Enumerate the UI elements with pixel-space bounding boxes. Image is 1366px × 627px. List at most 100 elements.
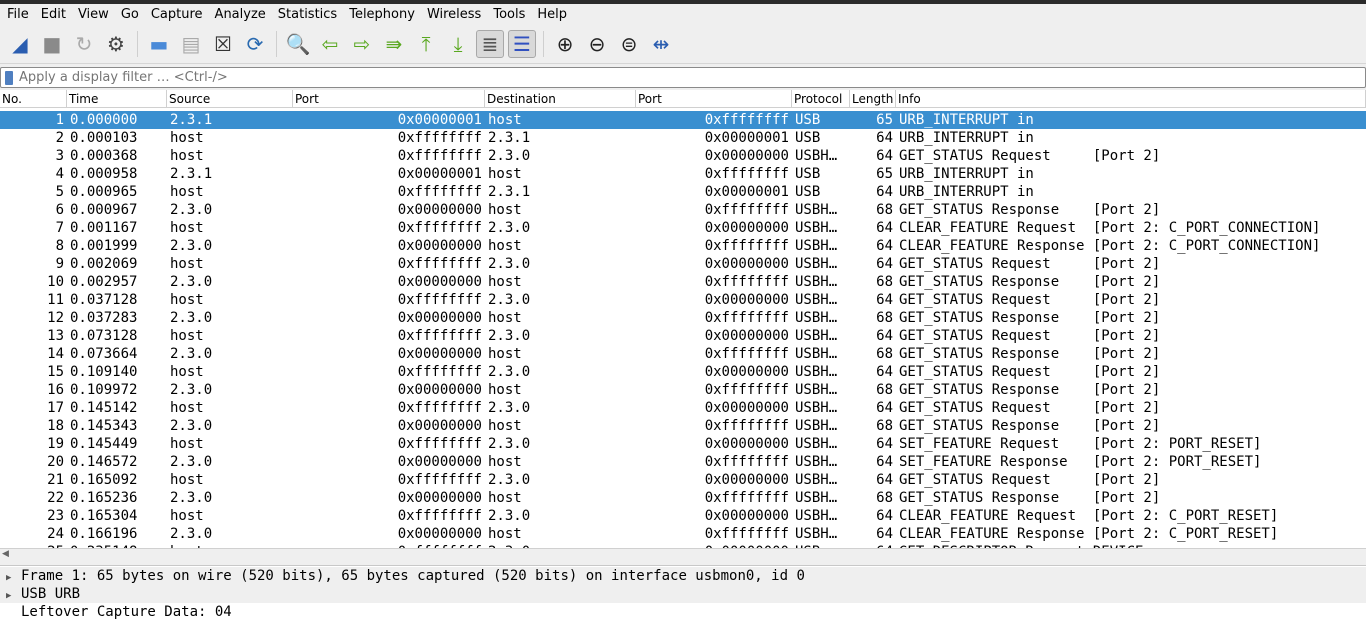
zoom-out-icon: ⊖ [588, 31, 606, 56]
last-packet-button[interactable]: ⤓ [444, 30, 472, 58]
packet-time: 0.145343 [70, 418, 138, 434]
menu-telephony[interactable]: Telephony [344, 7, 422, 22]
packet-row[interactable]: 8 0.001999 2.3.0 0x00000000 host 0xffffffff US… [0, 237, 1366, 255]
packet-number: 23 [47, 508, 64, 524]
packet-row[interactable]: 3 0.000368 host 0xffffffff 2.3.0 0x00000000 US… [0, 147, 1366, 165]
packet-row[interactable]: 20 0.146572 2.3.0 0x00000000 host 0xffffffff U… [0, 453, 1366, 471]
packet-row[interactable]: 10 0.002957 2.3.0 0x00000000 host 0xffffffff U… [0, 273, 1366, 291]
packet-length: 64 [876, 292, 893, 308]
bookmark-icon[interactable] [5, 70, 13, 85]
packet-row[interactable]: 19 0.145449 host 0xffffffff 2.3.0 0x00000000 U… [0, 435, 1366, 453]
zoom-in-button[interactable]: ⊕ [551, 30, 579, 58]
packet-row[interactable]: 17 0.145142 host 0xffffffff 2.3.0 0x00000000 U… [0, 399, 1366, 417]
options-gear-button[interactable]: ⚙ [102, 30, 130, 58]
shark-fin-start-button[interactable]: ◢ [6, 30, 34, 58]
packet-row[interactable]: 12 0.037283 2.3.0 0x00000000 host 0xffffffff U… [0, 309, 1366, 327]
autoscroll-button[interactable]: ≣ [476, 29, 504, 58]
packet-protocol: USBH… [795, 418, 838, 434]
display-filter-input[interactable] [19, 70, 1365, 85]
go-forward-button[interactable]: ⇨ [348, 30, 376, 58]
packet-row[interactable]: 16 0.109972 2.3.0 0x00000000 host 0xffffffff U… [0, 381, 1366, 399]
zoom-out-button[interactable]: ⊖ [583, 30, 611, 58]
packet-source-port: 0x00000000 [397, 526, 482, 542]
menu-statistics[interactable]: Statistics [273, 7, 344, 22]
packet-destination-port: 0x00000001 [704, 184, 789, 200]
horizontal-scrollbar[interactable]: ◀ [0, 548, 1366, 560]
column-header-destination[interactable]: Destination [485, 90, 636, 107]
column-header-source[interactable]: Source [167, 90, 293, 107]
packet-row[interactable]: 9 0.002069 host 0xffffffff 2.3.0 0x00000000 US… [0, 255, 1366, 273]
display-filter[interactable] [0, 67, 1366, 88]
go-to-packet-button[interactable]: ⇛ [380, 30, 408, 58]
packet-row[interactable]: 13 0.073128 host 0xffffffff 2.3.0 0x00000000 U… [0, 327, 1366, 345]
packet-source: host [170, 472, 204, 488]
column-header-info[interactable]: Info [896, 90, 1366, 107]
menu-wireless[interactable]: Wireless [422, 7, 488, 22]
packet-time: 0.000368 [70, 148, 138, 164]
first-packet-button[interactable]: ⤒ [412, 30, 440, 58]
packet-row[interactable]: 6 0.000967 2.3.0 0x00000000 host 0xffffffff US… [0, 201, 1366, 219]
save-file-button[interactable]: ▤ [177, 30, 205, 58]
colorize-button[interactable]: ☰ [508, 29, 536, 58]
detail-tree-item[interactable]: ▶ Frame 1: 65 bytes on wire (520 bits), 6… [0, 567, 1366, 585]
packet-row[interactable]: 15 0.109140 host 0xffffffff 2.3.0 0x00000000 U… [0, 363, 1366, 381]
reload-file-button[interactable]: ⟳ [241, 30, 269, 58]
packet-destination-port: 0x00000000 [704, 472, 789, 488]
menu-help[interactable]: Help [532, 7, 574, 22]
packet-row[interactable]: 23 0.165304 host 0xffffffff 2.3.0 0x00000000 U… [0, 507, 1366, 525]
detail-tree-item[interactable]: ▶ USB URB [0, 585, 1366, 603]
packet-destination-port: 0x00000000 [704, 508, 789, 524]
packet-row[interactable]: 14 0.073664 2.3.0 0x00000000 host 0xffffffff U… [0, 345, 1366, 363]
column-header-time[interactable]: Time [67, 90, 167, 107]
packet-row[interactable]: 5 0.000965 host 0xffffffff 2.3.1 0x00000001 US… [0, 183, 1366, 201]
menu-tools[interactable]: Tools [488, 7, 532, 22]
packet-length: 64 [876, 400, 893, 416]
packet-row[interactable]: 22 0.165236 2.3.0 0x00000000 host 0xffffffff U… [0, 489, 1366, 507]
packet-row[interactable]: 4 0.000958 2.3.1 0x00000001 host 0xffffffff US… [0, 165, 1366, 183]
packet-row[interactable]: 11 0.037128 host 0xffffffff 2.3.0 0x00000000 U… [0, 291, 1366, 309]
packet-row[interactable]: 2 0.000103 host 0xffffffff 2.3.1 0x00000001 US… [0, 129, 1366, 147]
column-header-no[interactable]: No. [0, 90, 67, 107]
packet-source: 2.3.0 [170, 238, 213, 254]
column-header-port[interactable]: Port [636, 90, 792, 107]
packet-number: 19 [47, 436, 64, 452]
stop-button[interactable]: ■ [38, 30, 66, 58]
close-file-button[interactable]: ☒ [209, 30, 237, 58]
packet-list-header: No. Time Source Port Destination Port Protocol… [0, 90, 1366, 108]
column-header-protocol[interactable]: Protocol [792, 90, 850, 107]
packet-row[interactable]: 24 0.166196 2.3.0 0x00000000 host 0xffffffff U… [0, 525, 1366, 543]
packet-row[interactable]: 1 0.000000 2.3.1 0x00000001 host 0xffffffff US… [0, 111, 1366, 129]
menu-view[interactable]: View [73, 7, 116, 22]
packet-source-port: 0x00000000 [397, 310, 482, 326]
menu-analyze[interactable]: Analyze [210, 7, 273, 22]
packet-source-port: 0x00000000 [397, 490, 482, 506]
detail-tree-item[interactable]: Leftover Capture Data: 04 [0, 603, 1366, 621]
scroll-left-icon[interactable]: ◀ [2, 549, 9, 559]
packet-row[interactable]: 7 0.001167 host 0xffffffff 2.3.0 0x00000000 US… [0, 219, 1366, 237]
find-packet-button[interactable]: 🔍 [284, 30, 312, 58]
menu-edit[interactable]: Edit [36, 7, 73, 22]
packet-length: 64 [876, 508, 893, 524]
column-header-port[interactable]: Port [293, 90, 485, 107]
menu-bar: File Edit View Go Capture Analyze Statistics Te… [0, 4, 1366, 24]
menu-go[interactable]: Go [116, 7, 146, 22]
packet-protocol: USB [795, 112, 821, 128]
packet-destination: host [488, 346, 522, 362]
open-folder-icon: ▬ [149, 31, 169, 56]
packet-time: 0.109972 [70, 382, 138, 398]
packet-destination: host [488, 274, 522, 290]
column-header-length[interactable]: Length [850, 90, 896, 107]
resize-columns-button[interactable]: ⇹ [647, 30, 675, 58]
menu-file[interactable]: File [2, 7, 36, 22]
restart-button[interactable]: ↻ [70, 30, 98, 58]
open-folder-button[interactable]: ▬ [145, 30, 173, 58]
pane-splitter[interactable] [0, 560, 1366, 566]
menu-capture[interactable]: Capture [146, 7, 210, 22]
go-back-button[interactable]: ⇦ [316, 30, 344, 58]
packet-row[interactable]: 18 0.145343 2.3.0 0x00000000 host 0xffffffff U… [0, 417, 1366, 435]
packet-row[interactable]: 21 0.165092 host 0xffffffff 2.3.0 0x00000000 U… [0, 471, 1366, 489]
packet-protocol: USBH… [795, 202, 838, 218]
packet-source-port: 0x00000000 [397, 274, 482, 290]
zoom-normal-button[interactable]: ⊜ [615, 30, 643, 58]
packet-length: 68 [876, 418, 893, 434]
